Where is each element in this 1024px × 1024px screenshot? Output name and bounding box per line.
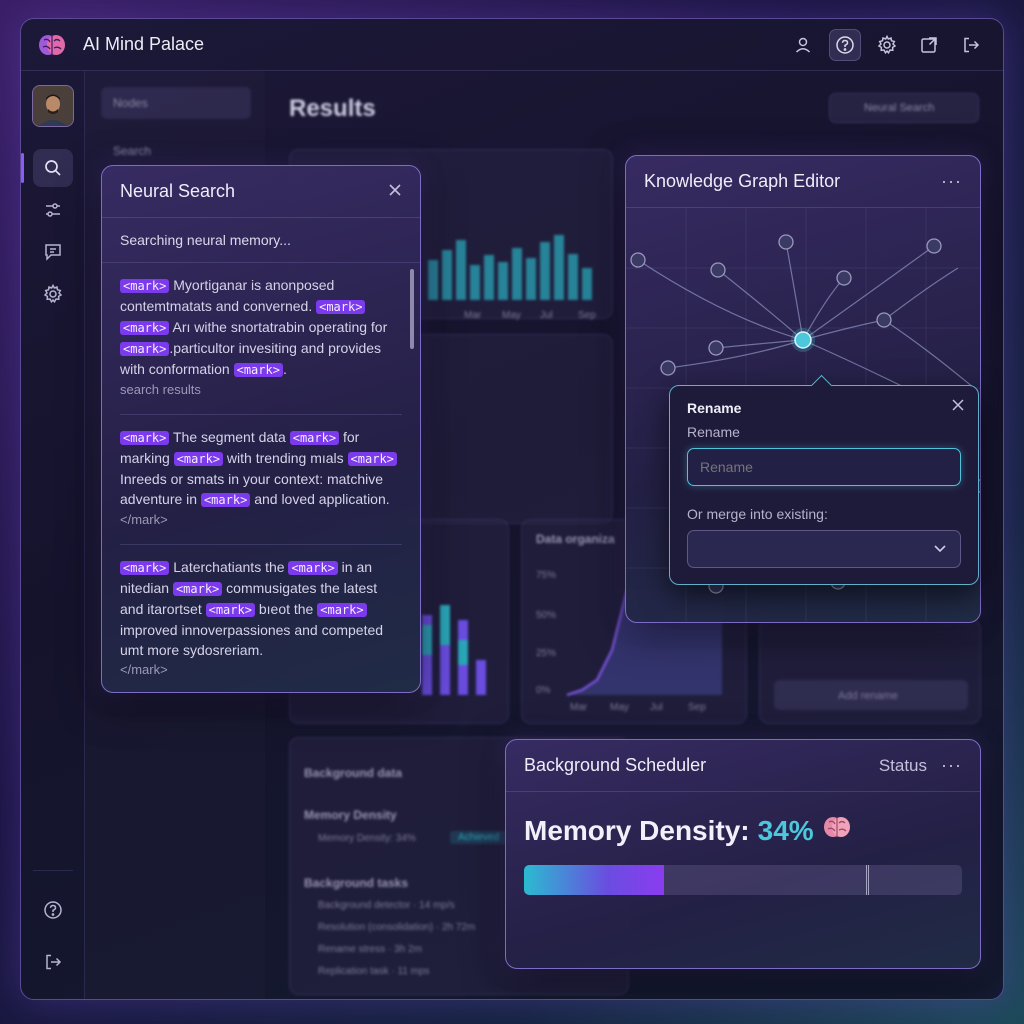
rename-label: Rename bbox=[687, 424, 740, 440]
gear-icon bbox=[43, 284, 62, 304]
close-icon[interactable] bbox=[952, 398, 964, 416]
result-text: improved innoverpassiones and competed u… bbox=[120, 622, 384, 658]
merge-label: Or merge into existing: bbox=[687, 506, 828, 522]
rename-popover: Rename Rename Or merge into existing: bbox=[669, 385, 979, 585]
result-footer: </mark> bbox=[120, 512, 168, 527]
nav-item-search[interactable]: Search bbox=[101, 135, 251, 167]
result-text: with trending mıals bbox=[223, 450, 348, 466]
sidebar-logout-button[interactable] bbox=[33, 943, 73, 981]
neural-search-header: Neural Search bbox=[102, 166, 420, 218]
metric-label: Memory Density: bbox=[524, 814, 750, 846]
results-scrollbar[interactable] bbox=[410, 269, 414, 349]
search-result-item[interactable]: <mark> Myortiganar is anonposed contemtm… bbox=[120, 263, 402, 415]
scheduler-header: Background Scheduler Status ··· bbox=[506, 740, 980, 792]
mark-tag: <mark> bbox=[289, 431, 340, 445]
chevron-down-icon bbox=[934, 545, 946, 553]
search-result-item[interactable]: <mark> Laterchatiants the <mark> in an n… bbox=[120, 545, 402, 692]
neural-search-panel: Neural Search Searching neural memory...… bbox=[101, 165, 421, 693]
app-window: AI Mind Palace Nodes Search Results Neur… bbox=[20, 18, 1004, 1000]
result-footer: </mark> bbox=[120, 662, 168, 677]
mark-tag: <mark> bbox=[288, 561, 338, 575]
mark-tag: <mark> bbox=[317, 603, 367, 617]
result-text: and loved application. bbox=[250, 491, 390, 507]
sidebar-messages-button[interactable] bbox=[33, 233, 73, 271]
sidebar-help-button[interactable] bbox=[33, 891, 73, 929]
sidebar-search-button[interactable] bbox=[21, 149, 73, 187]
user-icon[interactable] bbox=[787, 29, 819, 61]
app-title: AI Mind Palace bbox=[83, 34, 205, 54]
result-footer: search results bbox=[120, 382, 201, 397]
mark-tag: <mark> bbox=[120, 342, 170, 356]
external-window-icon[interactable] bbox=[913, 29, 945, 61]
background-scheduler-panel: Background Scheduler Status ··· Memory D… bbox=[505, 739, 981, 969]
titlebar: AI Mind Palace bbox=[21, 19, 1003, 71]
mark-tag: <mark> bbox=[172, 582, 223, 596]
search-status-text: Searching neural memory... bbox=[102, 218, 420, 263]
nav-item-nodes[interactable]: Nodes bbox=[101, 87, 251, 119]
mark-tag: <mark> bbox=[120, 561, 170, 575]
rename-title: Rename bbox=[687, 400, 742, 416]
graph-editor-title: Knowledge Graph Editor bbox=[644, 171, 841, 191]
mark-tag: <mark> bbox=[173, 452, 224, 466]
mark-tag: <mark> bbox=[347, 452, 397, 466]
close-icon[interactable] bbox=[388, 181, 402, 202]
progress-fill bbox=[524, 865, 665, 895]
avatar[interactable] bbox=[31, 85, 74, 127]
help-icon[interactable] bbox=[829, 28, 861, 61]
mark-tag: <mark> bbox=[120, 321, 170, 335]
progress-threshold-marker[interactable] bbox=[865, 865, 869, 895]
metric-value: 34% bbox=[757, 814, 814, 846]
gear-icon[interactable] bbox=[871, 29, 903, 61]
result-text: bıeot the bbox=[254, 601, 318, 617]
result-text: Arı withe snortatrabin operating for bbox=[169, 319, 388, 335]
mark-tag: <mark> bbox=[120, 431, 170, 445]
search-result-item[interactable]: <mark> The segment data <mark> for marki… bbox=[120, 415, 402, 545]
status-label[interactable]: Status bbox=[879, 756, 927, 776]
merge-select[interactable] bbox=[687, 530, 961, 568]
mark-tag: <mark> bbox=[200, 493, 251, 507]
icon-sidebar bbox=[21, 71, 85, 999]
results-dropdown[interactable]: Neural Search bbox=[829, 93, 979, 123]
mark-tag: <mark> bbox=[233, 363, 283, 377]
mark-tag: <mark> bbox=[316, 300, 366, 314]
mark-tag: <mark> bbox=[205, 603, 255, 617]
rename-input[interactable] bbox=[687, 448, 961, 486]
bg-rename-card: Add rename bbox=[759, 619, 981, 724]
sliders-icon bbox=[45, 203, 60, 217]
chat-icon bbox=[44, 244, 61, 261]
search-icon bbox=[44, 160, 61, 176]
result-text: Laterchatiants the bbox=[169, 559, 289, 575]
logout-icon bbox=[45, 954, 61, 970]
result-text: The segment data bbox=[169, 429, 290, 445]
sidebar-settings-button[interactable] bbox=[33, 275, 73, 313]
neural-search-title: Neural Search bbox=[120, 181, 236, 201]
graph-editor-header: Knowledge Graph Editor ··· bbox=[626, 156, 980, 208]
result-text: . bbox=[282, 361, 287, 377]
memory-density-progress bbox=[524, 865, 962, 895]
brain-icon bbox=[822, 814, 852, 847]
scheduler-title: Background Scheduler bbox=[524, 755, 707, 775]
mark-tag: <mark> bbox=[120, 279, 170, 293]
logout-icon[interactable] bbox=[955, 29, 987, 61]
search-results-list: <mark> Myortiganar is anonposed contemtm… bbox=[102, 263, 420, 692]
help-icon bbox=[43, 901, 62, 919]
more-options-icon[interactable]: ··· bbox=[941, 171, 962, 192]
more-options-icon[interactable]: ··· bbox=[941, 755, 962, 776]
memory-density-metric: Memory Density: 34% bbox=[506, 792, 980, 847]
sidebar-filters-button[interactable] bbox=[33, 191, 73, 229]
page-title: Results bbox=[289, 95, 376, 122]
brain-logo-icon bbox=[37, 30, 67, 60]
